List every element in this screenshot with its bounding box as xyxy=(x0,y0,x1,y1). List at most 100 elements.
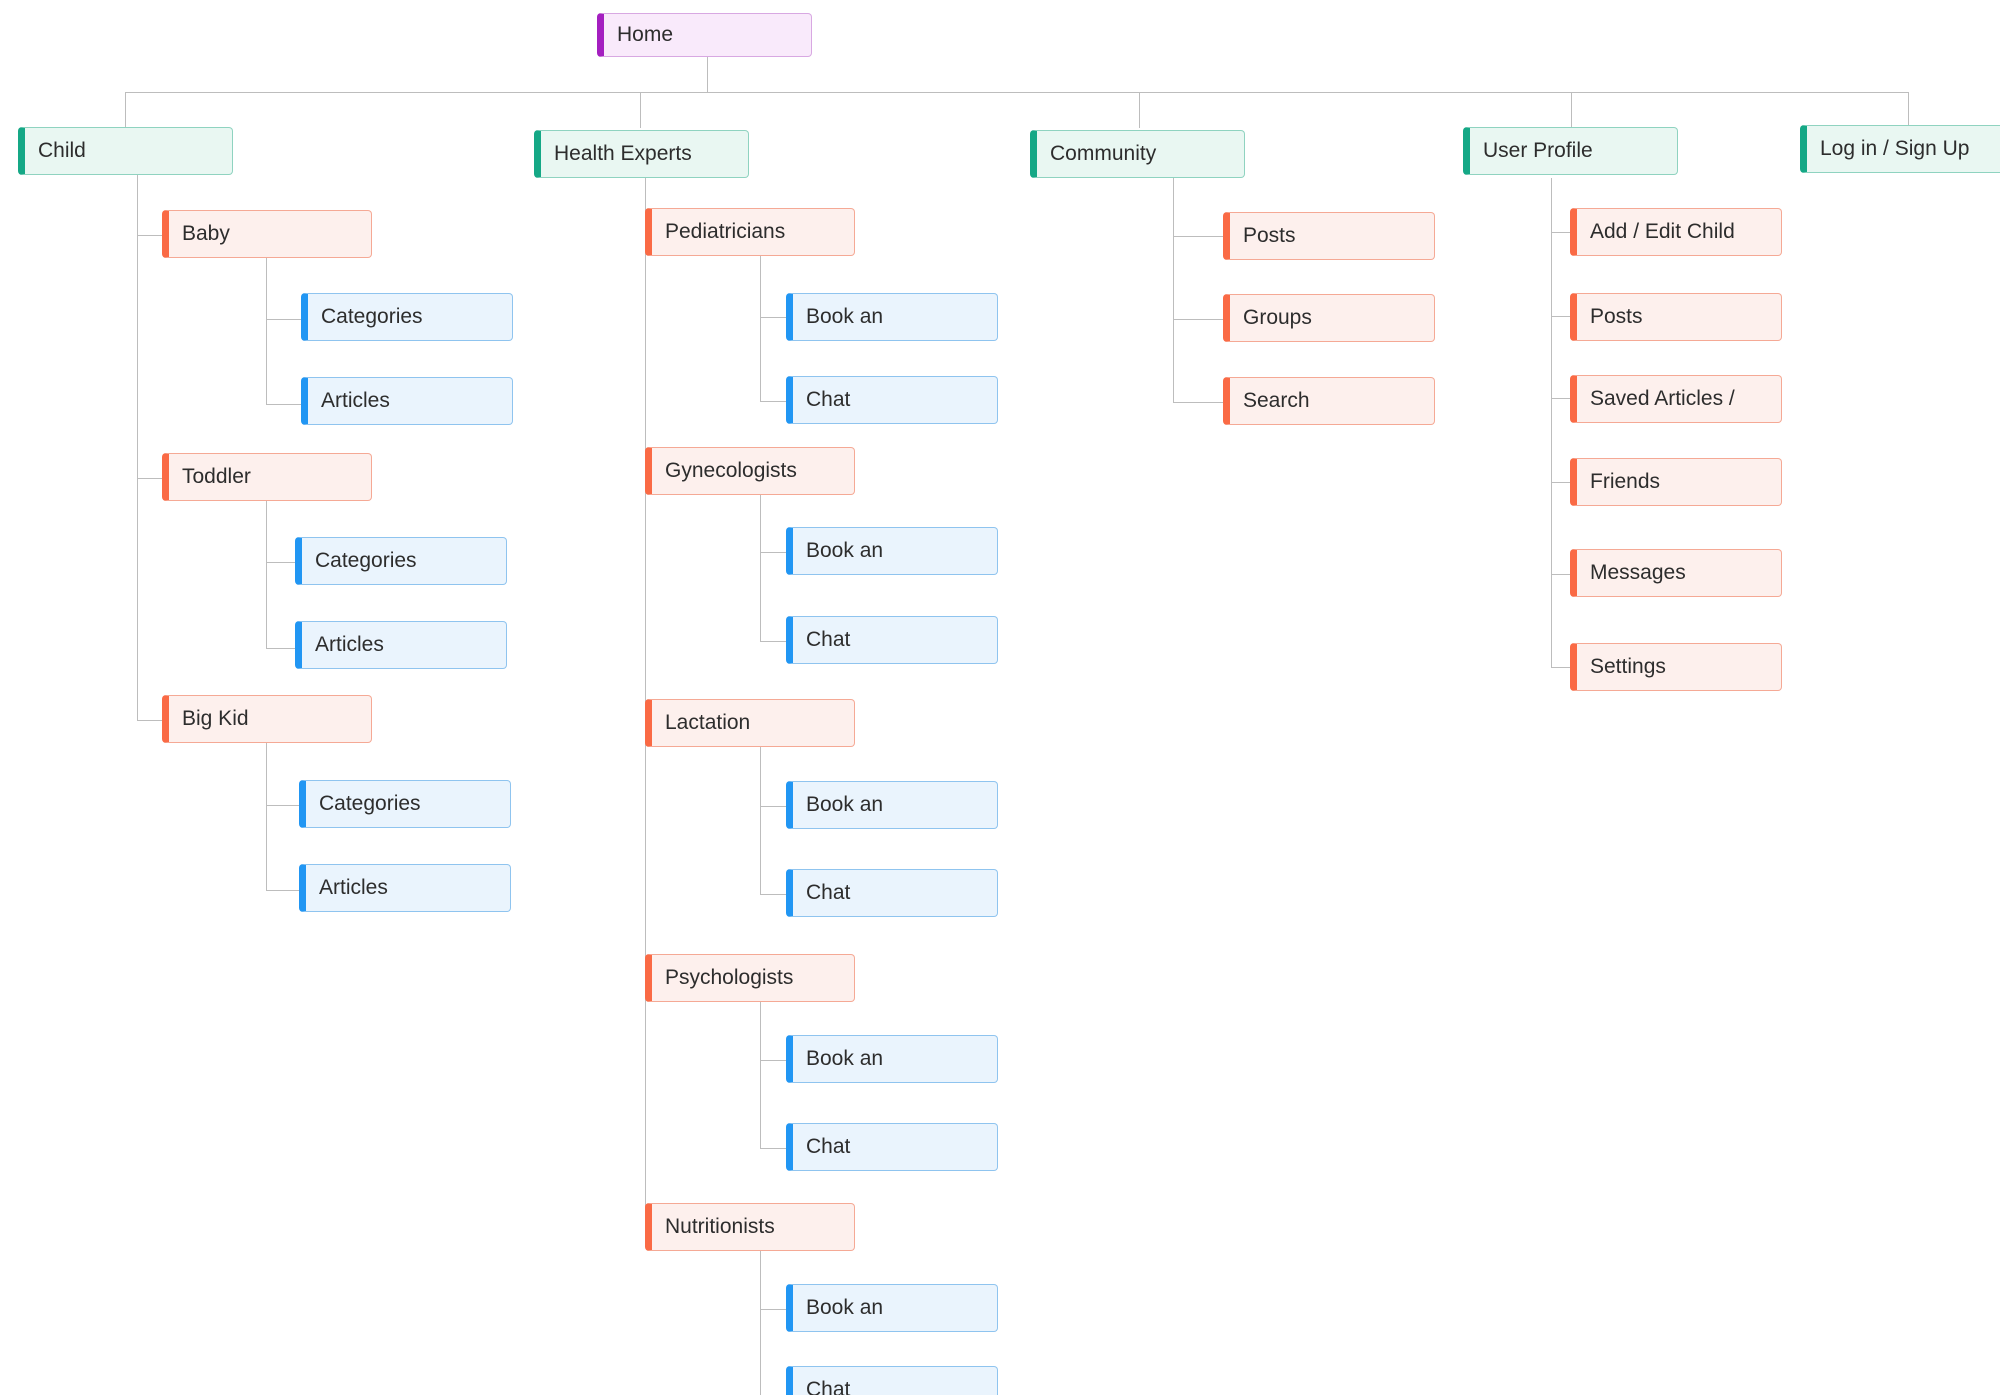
connector-bigkid-articles xyxy=(266,890,300,891)
node-community-search-label: Search xyxy=(1243,389,1310,412)
node-psychologists[interactable]: Psychologists xyxy=(645,954,855,1002)
node-nutritionists-chat[interactable]: Chat xyxy=(786,1366,998,1395)
connector-baby-categories xyxy=(266,319,302,320)
node-nutritionists-book-label: Book an xyxy=(806,1296,883,1319)
node-lactation-book[interactable]: Book an xyxy=(786,781,998,829)
node-lactation-chat[interactable]: Chat xyxy=(786,869,998,917)
connector-community-posts xyxy=(1173,236,1223,237)
node-big-kid-categories[interactable]: Categories xyxy=(299,780,511,828)
node-profile-messages-label: Messages xyxy=(1590,561,1686,584)
connector-bigkid-spine xyxy=(266,743,267,890)
node-toddler[interactable]: Toddler xyxy=(162,453,372,501)
connector-to-child xyxy=(125,92,126,128)
connector-community-groups xyxy=(1173,319,1223,320)
connector-to-community xyxy=(1139,92,1140,128)
node-health-experts[interactable]: Health Experts xyxy=(534,130,749,178)
node-profile-posts-label: Posts xyxy=(1590,305,1643,328)
node-big-kid-categories-label: Categories xyxy=(319,792,421,815)
node-big-kid-articles[interactable]: Articles xyxy=(299,864,511,912)
node-gynecologists-book[interactable]: Book an xyxy=(786,527,998,575)
connector-to-health-experts xyxy=(640,92,641,128)
connector-root-bus xyxy=(125,92,1909,93)
node-lactation-book-label: Book an xyxy=(806,793,883,816)
node-home-label: Home xyxy=(617,23,673,46)
connector-psy-chat xyxy=(760,1148,788,1149)
connector-nut-spine xyxy=(760,1251,761,1395)
node-pediatricians-chat[interactable]: Chat xyxy=(786,376,998,424)
node-profile-saved-articles[interactable]: Saved Articles / xyxy=(1570,375,1782,423)
node-psychologists-label: Psychologists xyxy=(665,966,793,989)
connector-gyn-book xyxy=(760,552,788,553)
node-gynecologists-book-label: Book an xyxy=(806,539,883,562)
node-health-experts-label: Health Experts xyxy=(554,142,692,165)
connector-profile-messages xyxy=(1551,574,1571,575)
node-child[interactable]: Child xyxy=(18,127,233,175)
node-nutritionists-chat-label: Chat xyxy=(806,1378,850,1395)
node-lactation[interactable]: Lactation xyxy=(645,699,855,747)
node-profile-settings[interactable]: Settings xyxy=(1570,643,1782,691)
node-profile-messages[interactable]: Messages xyxy=(1570,549,1782,597)
node-lactation-chat-label: Chat xyxy=(806,881,850,904)
node-toddler-articles[interactable]: Articles xyxy=(295,621,507,669)
node-big-kid-articles-label: Articles xyxy=(319,876,388,899)
node-profile-posts[interactable]: Posts xyxy=(1570,293,1782,341)
node-pediatricians-label: Pediatricians xyxy=(665,220,785,243)
node-community-posts-label: Posts xyxy=(1243,224,1296,247)
node-community-search[interactable]: Search xyxy=(1223,377,1435,425)
node-big-kid-label: Big Kid xyxy=(182,707,249,730)
node-profile-add-edit-child-label: Add / Edit Child xyxy=(1590,220,1735,243)
node-gynecologists[interactable]: Gynecologists xyxy=(645,447,855,495)
connector-lac-book xyxy=(760,806,788,807)
node-profile-friends-label: Friends xyxy=(1590,470,1660,493)
node-big-kid[interactable]: Big Kid xyxy=(162,695,372,743)
node-pediatricians-chat-label: Chat xyxy=(806,388,850,411)
node-profile-add-edit-child[interactable]: Add / Edit Child xyxy=(1570,208,1782,256)
connector-baby-articles xyxy=(266,404,302,405)
node-baby-categories[interactable]: Categories xyxy=(301,293,513,341)
node-community-groups-label: Groups xyxy=(1243,306,1312,329)
node-profile-friends[interactable]: Friends xyxy=(1570,458,1782,506)
node-toddler-categories[interactable]: Categories xyxy=(295,537,507,585)
connector-community-search xyxy=(1173,402,1223,403)
node-gynecologists-chat-label: Chat xyxy=(806,628,850,651)
connector-bigkid-categories xyxy=(266,805,300,806)
connector-toddler-categories xyxy=(266,562,296,563)
connector-nut-book xyxy=(760,1309,788,1310)
node-baby[interactable]: Baby xyxy=(162,210,372,258)
node-login-signup[interactable]: Log in / Sign Up xyxy=(1800,125,2000,173)
connector-gyn-spine xyxy=(760,495,761,641)
connector-profile-friends xyxy=(1551,482,1571,483)
connector-profile-settings xyxy=(1551,667,1571,668)
node-toddler-label: Toddler xyxy=(182,465,251,488)
node-baby-articles[interactable]: Articles xyxy=(301,377,513,425)
node-community-groups[interactable]: Groups xyxy=(1223,294,1435,342)
node-nutritionists-book[interactable]: Book an xyxy=(786,1284,998,1332)
node-pediatricians-book-label: Book an xyxy=(806,305,883,328)
node-psychologists-chat[interactable]: Chat xyxy=(786,1123,998,1171)
connector-toddler-articles xyxy=(266,648,296,649)
connector-to-login xyxy=(1908,92,1909,128)
node-community-posts[interactable]: Posts xyxy=(1223,212,1435,260)
node-toddler-categories-label: Categories xyxy=(315,549,417,572)
node-profile-settings-label: Settings xyxy=(1590,655,1666,678)
node-psychologists-book-label: Book an xyxy=(806,1047,883,1070)
connector-child-toddler xyxy=(137,478,163,479)
connector-ped-chat xyxy=(760,401,788,402)
node-nutritionists[interactable]: Nutritionists xyxy=(645,1203,855,1251)
connector-toddler-spine xyxy=(266,501,267,648)
connector-psy-spine xyxy=(760,1002,761,1148)
node-pediatricians-book[interactable]: Book an xyxy=(786,293,998,341)
node-user-profile[interactable]: User Profile xyxy=(1463,127,1678,175)
node-baby-articles-label: Articles xyxy=(321,389,390,412)
node-child-label: Child xyxy=(38,139,86,162)
connector-community-spine xyxy=(1173,178,1174,403)
connector-child-bigkid xyxy=(137,720,163,721)
node-profile-saved-articles-label: Saved Articles / xyxy=(1590,387,1735,410)
node-home[interactable]: Home xyxy=(597,13,812,57)
node-psychologists-book[interactable]: Book an xyxy=(786,1035,998,1083)
node-gynecologists-chat[interactable]: Chat xyxy=(786,616,998,664)
node-pediatricians[interactable]: Pediatricians xyxy=(645,208,855,256)
connector-profile-addchild xyxy=(1551,232,1571,233)
node-lactation-label: Lactation xyxy=(665,711,750,734)
node-community[interactable]: Community xyxy=(1030,130,1245,178)
